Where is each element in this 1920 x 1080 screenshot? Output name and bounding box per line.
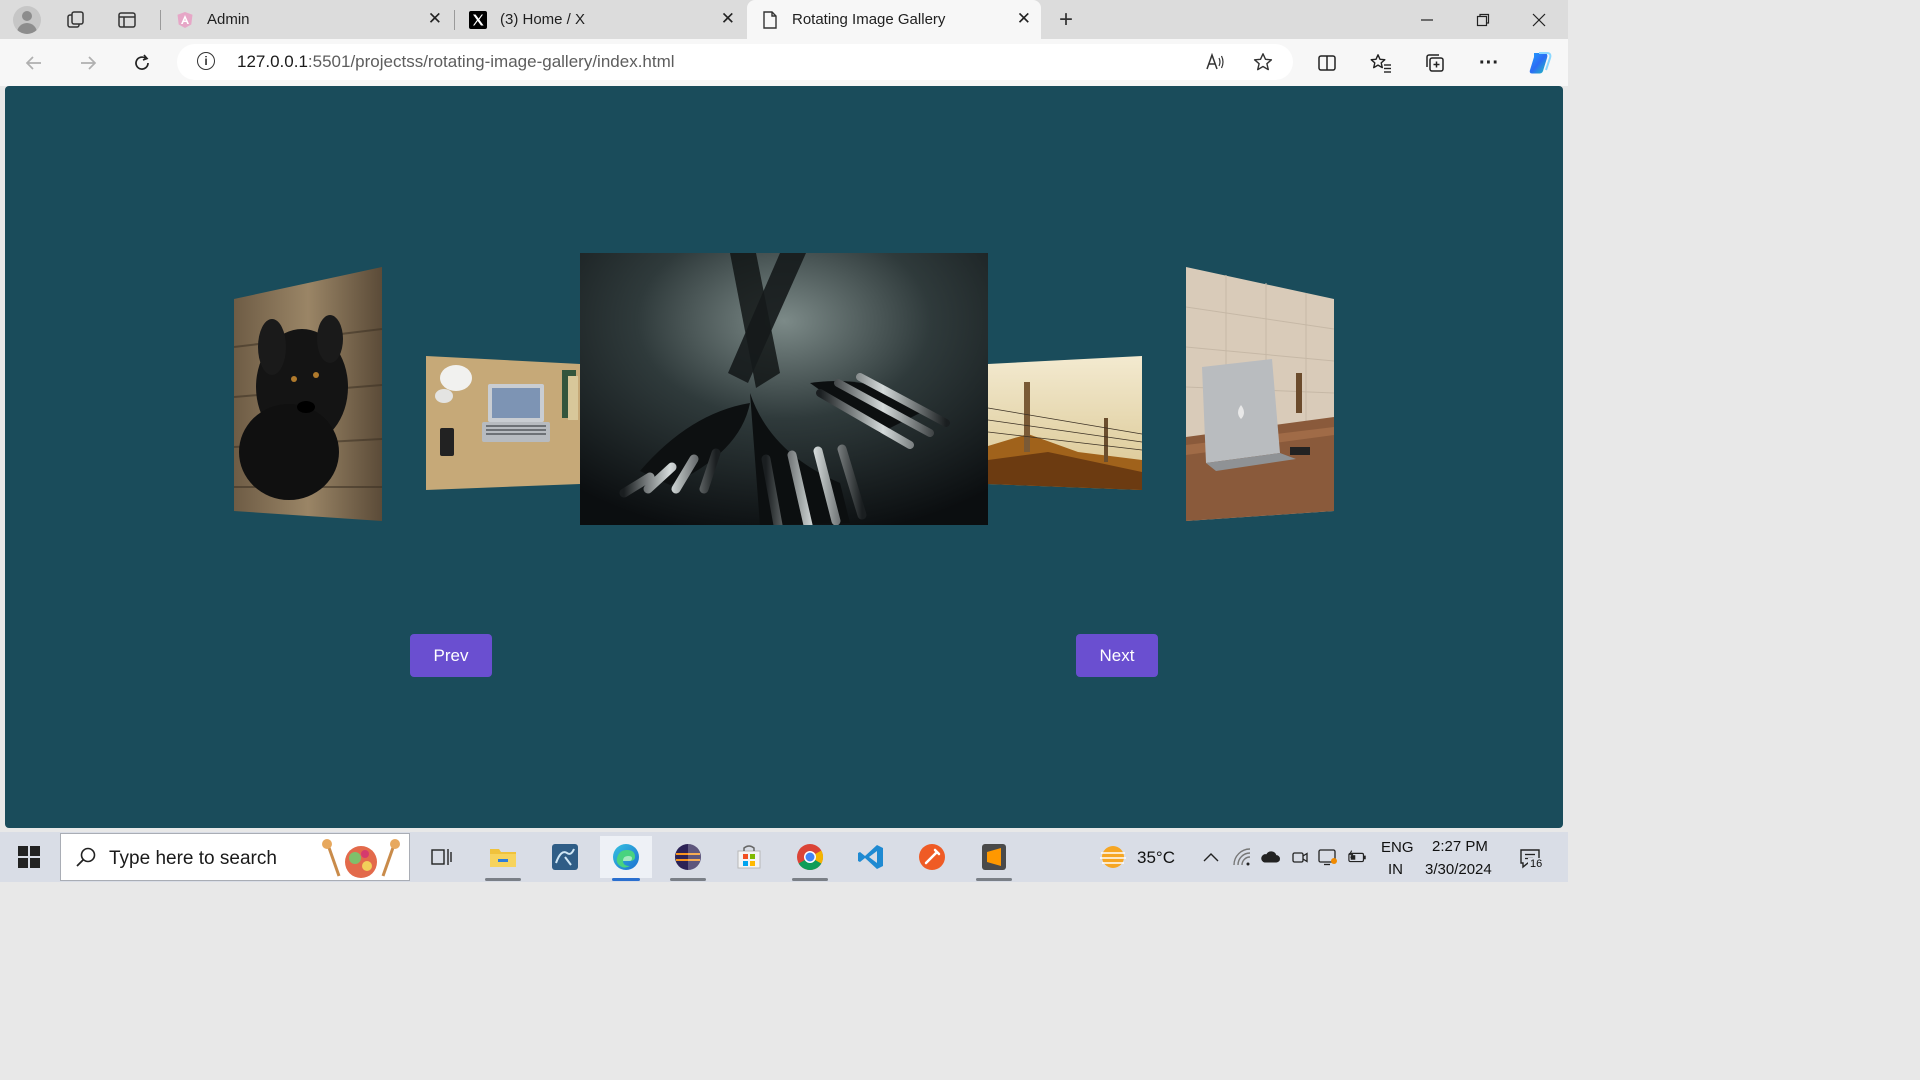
site-info-icon[interactable]: i — [197, 52, 215, 70]
black-dog-photo — [234, 267, 383, 521]
url-text: 127.0.0.1:5501/projectss/rotating-image-… — [237, 52, 675, 72]
close-window-icon[interactable] — [1519, 6, 1559, 34]
fence-field-photo — [988, 356, 1142, 490]
clock-time[interactable]: 2:27 PM — [1432, 838, 1488, 855]
tab-separator — [160, 10, 161, 30]
angular-icon — [175, 10, 195, 30]
split-screen-icon[interactable] — [1311, 47, 1343, 79]
sublime-text-icon[interactable] — [968, 836, 1020, 881]
edge-browser-icon[interactable] — [600, 836, 652, 881]
tab-admin[interactable]: Admin ✕ — [162, 0, 452, 39]
gallery-page: Prev Next — [5, 86, 1563, 828]
new-tab-icon[interactable]: + — [1051, 5, 1081, 35]
task-view-icon[interactable] — [415, 836, 467, 878]
windows-taskbar: Type here to search 35°C ENG IN 2:27 PM … — [0, 832, 1568, 882]
search-placeholder: Type here to search — [109, 848, 277, 869]
file-explorer-icon[interactable] — [477, 836, 529, 881]
input-region-indicator: IN — [1388, 861, 1403, 878]
language-indicator[interactable]: ENG — [1381, 839, 1414, 856]
close-tab-icon[interactable]: ✕ — [721, 9, 735, 29]
close-tab-icon[interactable]: ✕ — [428, 9, 442, 29]
postman-icon[interactable] — [906, 836, 958, 878]
weather-temperature[interactable]: 35°C — [1137, 848, 1175, 868]
minimize-icon[interactable] — [1407, 6, 1447, 34]
forward-icon[interactable] — [72, 47, 104, 79]
favorites-icon[interactable] — [1365, 47, 1397, 79]
taskbar-search-box[interactable]: Type here to search — [60, 833, 410, 881]
microsoft-store-icon[interactable] — [723, 836, 775, 878]
copilot-icon[interactable] — [1524, 47, 1556, 79]
weather-icon[interactable] — [1097, 844, 1129, 870]
url-path: :5501/projectss/rotating-image-gallery/i… — [307, 52, 675, 71]
mysql-workbench-icon[interactable] — [539, 836, 591, 878]
close-tab-icon[interactable]: ✕ — [1017, 9, 1031, 29]
profile-avatar[interactable] — [13, 6, 41, 34]
page-icon — [760, 10, 780, 30]
address-bar[interactable]: i 127.0.0.1:5501/projectss/rotating-imag… — [177, 44, 1293, 80]
next-button[interactable]: Next — [1076, 634, 1158, 677]
macbook-table-photo — [1186, 267, 1334, 521]
meet-now-icon[interactable] — [1290, 847, 1310, 867]
tab-home-x[interactable]: (3) Home / X ✕ — [455, 0, 745, 39]
tab-rotating-image-gallery[interactable]: Rotating Image Gallery ✕ — [747, 0, 1041, 39]
tab-title: Admin — [207, 11, 250, 28]
restore-icon[interactable] — [1463, 6, 1503, 34]
chrome-icon[interactable] — [784, 836, 836, 881]
workspaces-icon[interactable] — [61, 5, 91, 35]
show-hidden-icons-icon[interactable] — [1201, 847, 1221, 867]
read-aloud-icon[interactable] — [1203, 50, 1227, 74]
back-icon[interactable] — [18, 47, 50, 79]
laptop-desk-photo — [426, 356, 580, 490]
windows-start-icon[interactable] — [0, 832, 58, 882]
tab-title: (3) Home / X — [500, 11, 586, 28]
vertical-tabs-icon[interactable] — [112, 5, 142, 35]
display-icon[interactable] — [1318, 847, 1338, 867]
more-options-icon[interactable]: ··· — [1473, 47, 1505, 79]
clock-date[interactable]: 3/30/2024 — [1425, 861, 1492, 878]
prev-button[interactable]: Prev — [410, 634, 492, 677]
tab-title: Rotating Image Gallery — [792, 11, 946, 28]
favorite-star-icon[interactable] — [1251, 50, 1275, 74]
refresh-icon[interactable] — [126, 47, 158, 79]
search-highlight-illustration — [322, 839, 400, 878]
search-icon — [75, 846, 97, 873]
tab-bar: Admin ✕ (3) Home / X ✕ Rotating Image Ga… — [0, 0, 1568, 39]
url-host: 127.0.0.1 — [237, 52, 308, 71]
navigation-bar: i 127.0.0.1:5501/projectss/rotating-imag… — [0, 39, 1568, 86]
notification-count-badge: 16 — [1528, 858, 1545, 870]
vscode-icon[interactable] — [845, 836, 897, 878]
forks-photo — [580, 253, 988, 525]
collections-icon[interactable] — [1419, 47, 1451, 79]
eclipse-icon[interactable] — [662, 836, 714, 881]
wifi-icon[interactable] — [1232, 847, 1252, 867]
x-logo-icon — [468, 10, 488, 30]
onedrive-cloud-icon[interactable] — [1260, 847, 1280, 867]
notification-center-icon[interactable]: 16 — [1516, 846, 1548, 874]
battery-charging-icon[interactable] — [1348, 847, 1368, 867]
